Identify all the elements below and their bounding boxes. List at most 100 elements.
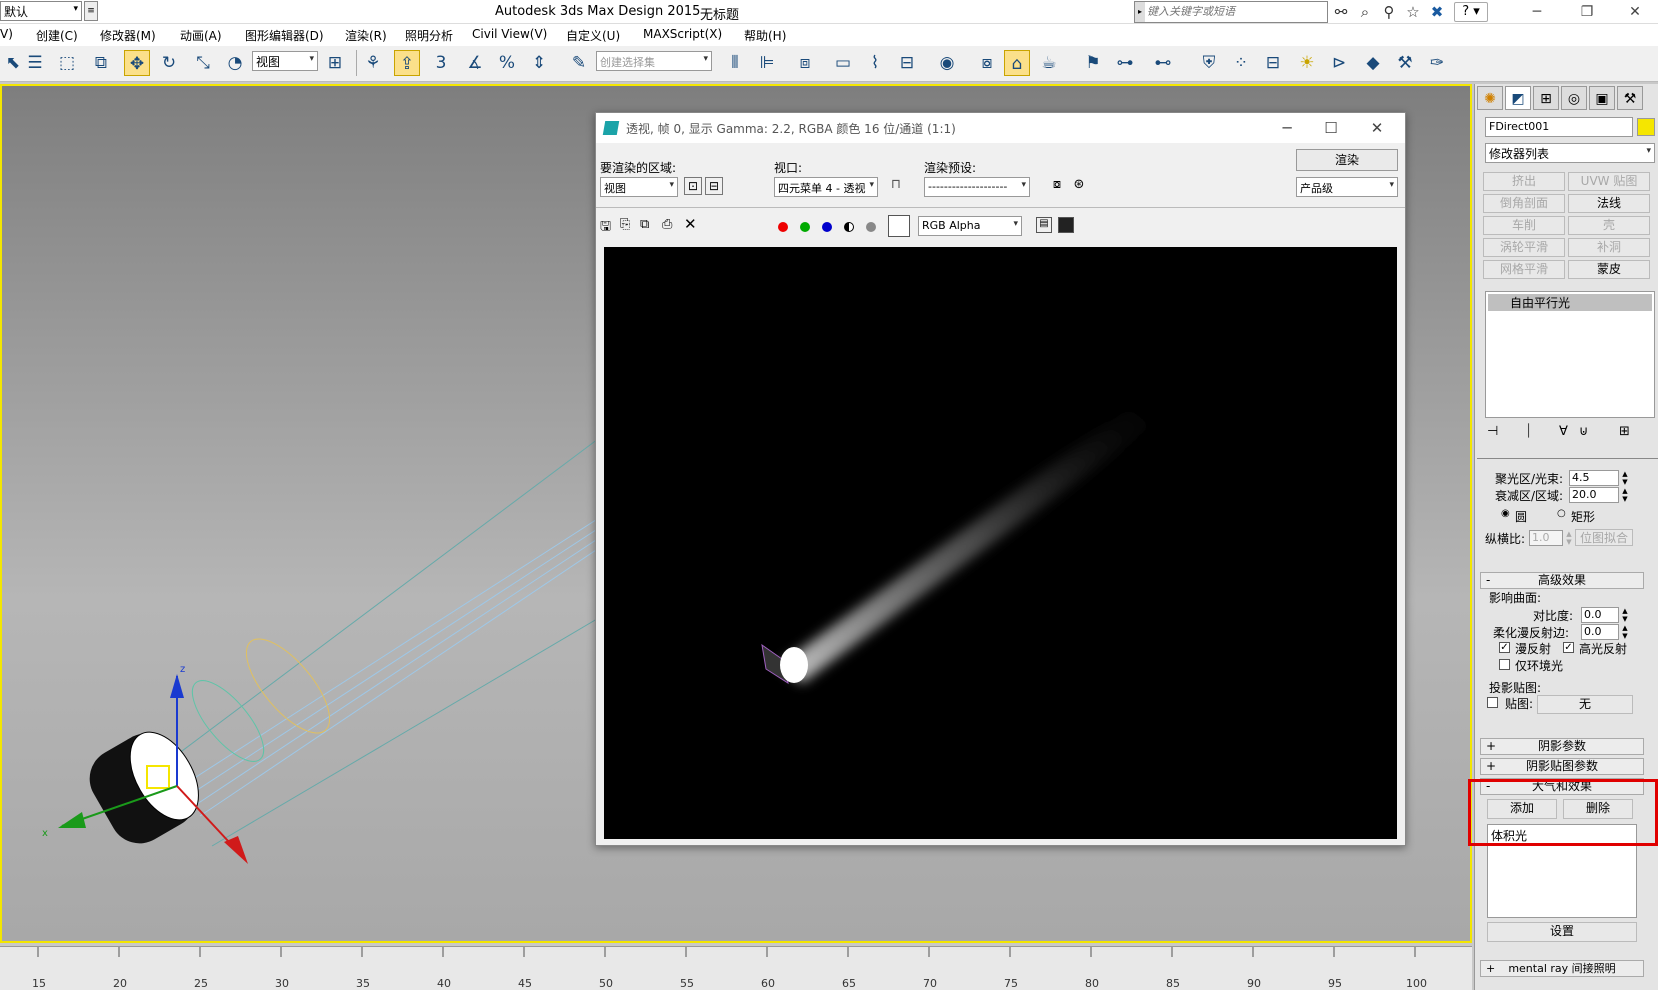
show-end-result-icon[interactable]: ⏐ (1525, 424, 1532, 439)
modifier-meshsmooth-button[interactable]: 网格平滑 (1483, 260, 1565, 279)
render-production-icon[interactable]: ☕ (1036, 50, 1062, 76)
manipulate-icon[interactable]: ⇪ (394, 50, 420, 76)
make-unique-icon[interactable]: ∀ (1559, 424, 1568, 439)
motion-tab-icon[interactable]: ◎ (1561, 86, 1587, 110)
remove-modifier-icon[interactable]: ⊍ (1579, 424, 1589, 439)
snap-toggle-icon[interactable]: 3 (428, 50, 454, 76)
communication-icon[interactable]: ⚲ (1380, 3, 1398, 21)
mono-icon[interactable] (866, 222, 876, 232)
advanced-effects-rollout[interactable]: - 高级效果 (1480, 572, 1644, 589)
menu-customize[interactable]: 自定义(U) (566, 27, 620, 44)
curve-editor-icon[interactable]: ⌇ (862, 50, 888, 76)
compact-icon[interactable]: ⚑ (1080, 50, 1106, 76)
object-name-field[interactable]: FDirect001 (1485, 117, 1633, 137)
menu-civil-view[interactable]: Civil View(V) (472, 27, 547, 41)
rect-selection-icon[interactable]: ⬚ (54, 50, 80, 76)
save-image-icon[interactable]: 🖫 (600, 217, 611, 239)
modifier-extrude-button[interactable]: 挤出 (1483, 172, 1565, 191)
menu-create[interactable]: 创建(C) (36, 27, 78, 44)
display-overlay-icon[interactable] (1058, 217, 1074, 233)
object-color-swatch[interactable] (1637, 118, 1655, 136)
modifier-cap-holes-button[interactable]: 补洞 (1568, 238, 1650, 257)
reference-coordinate-select[interactable]: 视图 ▾ (252, 51, 318, 71)
toggle-ui-icon[interactable]: ▤ (1036, 217, 1052, 233)
named-selection-set-select[interactable]: 创建选择集 ▾ (596, 51, 712, 71)
shield-icon[interactable]: ⛨ (1196, 50, 1222, 76)
diffuse-checkbox[interactable]: ✓ (1499, 642, 1510, 653)
green-channel-icon[interactable] (800, 222, 810, 232)
soften-spinner[interactable]: 0.0 (1581, 624, 1619, 640)
select-place-icon[interactable]: ◔ (222, 50, 248, 76)
spinner-arrows-icon[interactable]: ▲ ▼ (1621, 624, 1629, 640)
alpha-channel-icon[interactable] (844, 222, 854, 232)
binoculars-icon[interactable]: ⚯ (1332, 3, 1350, 21)
material-editor-icon[interactable]: ◉ (934, 50, 960, 76)
lock-icon[interactable]: ⊓ (888, 177, 904, 195)
tape-icon[interactable]: ⊟ (1260, 50, 1286, 76)
measure-icon[interactable]: ⊶ (1112, 50, 1138, 76)
map-checkbox[interactable] (1487, 697, 1498, 708)
x-icon[interactable]: ✖ (1428, 3, 1446, 21)
menu-modifiers[interactable]: 修改器(M) (100, 27, 156, 44)
close-icon[interactable]: ✕ (1612, 0, 1658, 24)
pin-stack-icon[interactable]: ⊣ (1487, 424, 1498, 439)
channel-display-select[interactable]: RGB Alpha ▾ (918, 216, 1022, 236)
edit-region-icon[interactable]: ⊡ (684, 177, 702, 195)
modifier-turbosmooth-button[interactable]: 涡轮平滑 (1483, 238, 1565, 257)
utilities-tab-icon[interactable]: ⚒ (1617, 86, 1643, 110)
light-bulb-icon[interactable]: ☀ (1294, 50, 1320, 76)
contrast-spinner[interactable]: 0.0 (1581, 607, 1619, 623)
render-setup-icon[interactable]: ⧇ (974, 50, 1000, 76)
rotate-icon[interactable]: ↻ (156, 50, 182, 76)
search-tools-icon[interactable]: ⌕ (1356, 3, 1374, 21)
radio-rectangle[interactable]: ○ (1557, 508, 1566, 519)
menu-help[interactable]: 帮助(H) (744, 27, 786, 44)
blue-channel-icon[interactable] (822, 222, 832, 232)
aspect-spinner[interactable]: 1.0 (1529, 530, 1563, 546)
menu-maxscript[interactable]: MAXScript(X) (643, 27, 722, 41)
align-icon[interactable]: ⊫ (754, 50, 780, 76)
menu-lighting-analysis[interactable]: 照明分析 (405, 27, 453, 44)
maximize-icon[interactable]: ☐ (1308, 115, 1354, 141)
preset-select[interactable]: -------------------- ▾ (924, 177, 1030, 197)
pin-tool-icon[interactable]: ✑ (1424, 50, 1450, 76)
quality-select[interactable]: 产品级 ▾ (1296, 177, 1398, 197)
ribbon-icon[interactable]: ▭ (830, 50, 856, 76)
hammer-icon[interactable]: ⚒ (1392, 50, 1418, 76)
layer-manager-icon[interactable]: ⧈ (792, 50, 818, 76)
modifier-uvw-button[interactable]: UVW 贴图 (1568, 172, 1650, 191)
workspace-select[interactable]: 默认 ▾ (0, 1, 82, 21)
minimize-icon[interactable]: ─ (1264, 115, 1310, 141)
environment-icon[interactable]: ⊛ (1070, 177, 1088, 195)
red-channel-icon[interactable] (778, 222, 788, 232)
edit-named-selection-icon[interactable]: ✎ (566, 50, 592, 76)
mental-ray-rollout[interactable]: + mental ray 间接照明 (1480, 960, 1644, 977)
select-by-name-icon[interactable]: ☰ (22, 50, 48, 76)
configure-sets-icon[interactable]: ⊞ (1619, 424, 1630, 439)
falloff-spinner[interactable]: 20.0 (1569, 487, 1619, 503)
time-ruler[interactable]: 15 20 25 30 35 40 45 50 55 60 65 70 75 8… (0, 946, 1472, 990)
ruler-icon[interactable]: ⊷ (1150, 50, 1176, 76)
clone-window-icon[interactable]: ⧉ (640, 217, 649, 232)
mirror-icon[interactable]: ⫴ (722, 50, 748, 76)
plane-icon[interactable]: ◆ (1360, 50, 1386, 76)
modifier-normal-button[interactable]: 法线 (1568, 194, 1650, 213)
menu-view[interactable]: V) (0, 27, 13, 41)
spinner-arrows-icon[interactable]: ▲ ▼ (1621, 607, 1629, 623)
specular-checkbox[interactable]: ✓ (1563, 642, 1574, 653)
modifier-skin-button[interactable]: 蒙皮 (1568, 260, 1650, 279)
clear-icon[interactable]: ✕ (684, 215, 697, 233)
copy-image-icon[interactable]: ⎘ (620, 217, 630, 232)
ambient-only-checkbox[interactable] (1499, 659, 1510, 670)
spinner-snap-icon[interactable]: ⇕ (526, 50, 552, 76)
close-icon[interactable]: ✕ (1354, 115, 1400, 141)
print-icon[interactable]: ⎙ (662, 217, 672, 232)
hierarchy-tab-icon[interactable]: ⊞ (1533, 86, 1559, 110)
move-icon[interactable]: ✥ (124, 50, 150, 76)
modifier-shell-button[interactable]: 壳 (1568, 216, 1650, 235)
spinner-arrows-icon[interactable]: ▲ ▼ (1565, 530, 1573, 546)
rendered-frame-window-icon[interactable]: ⌂ (1004, 50, 1030, 76)
display-tab-icon[interactable]: ▣ (1589, 86, 1615, 110)
window-crossing-icon[interactable]: ⧉ (88, 50, 114, 76)
area-select[interactable]: 视图 ▾ (600, 177, 678, 197)
